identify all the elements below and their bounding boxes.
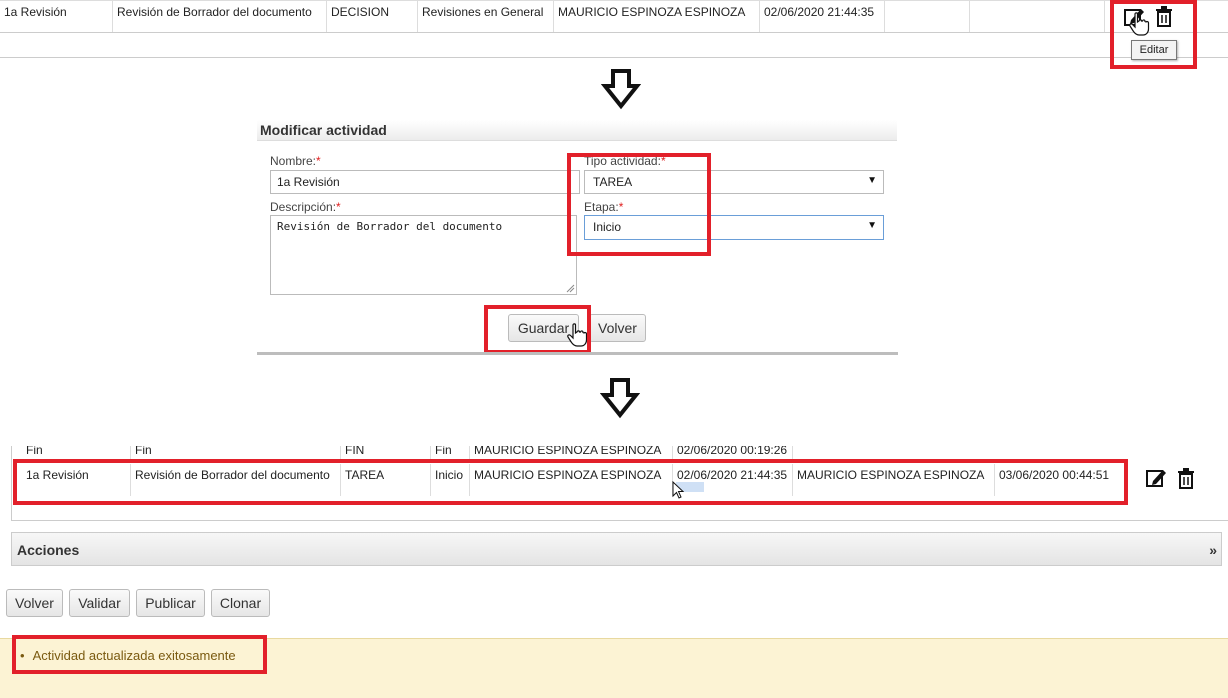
partial-cell: FIN — [341, 446, 431, 460]
top-cell-empty-2 — [970, 1, 1105, 32]
validar-button[interactable]: Validar — [69, 589, 130, 617]
resize-grip-icon[interactable] — [566, 284, 575, 293]
top-cell-etapa: Revisiones en General — [418, 1, 554, 32]
descripcion-value: Revisión de Borrador del documento — [277, 220, 503, 233]
publicar-button[interactable]: Publicar — [136, 589, 205, 617]
chevron-down-icon: ▼ — [867, 220, 877, 231]
acciones-header[interactable]: Acciones » — [11, 532, 1222, 566]
nombre-label: Nombre:* — [270, 154, 321, 168]
partial-cell: Fin — [431, 446, 470, 460]
partial-cell: Fin — [22, 446, 131, 460]
highlight-updated-row — [13, 459, 1128, 505]
edit-icon[interactable] — [1145, 467, 1169, 489]
partial-cell: Fin — [131, 446, 341, 460]
top-cell-descripcion: Revisión de Borrador del documento — [113, 1, 327, 32]
highlight-selects — [567, 153, 711, 256]
expand-icon[interactable]: » — [1209, 542, 1217, 558]
top-cell-nombre: 1a Revisión — [0, 1, 113, 32]
chevron-down-icon: ▼ — [867, 175, 877, 186]
nombre-input[interactable]: 1a Revisión — [270, 170, 580, 194]
top-cell-responsable: MAURICIO ESPINOZA ESPINOZA — [554, 1, 760, 32]
partial-cell: 02/06/2020 00:19:26 — [673, 446, 793, 460]
top-table-row: 1a Revisión Revisión de Borrador del doc… — [0, 0, 1228, 33]
acciones-title: Acciones — [17, 542, 80, 558]
form-panel-header: Modificar actividad — [257, 120, 897, 141]
top-cell-tipo: DECISION — [327, 1, 418, 32]
down-arrow-icon — [601, 69, 641, 110]
clonar-button[interactable]: Clonar — [211, 589, 270, 617]
form-title: Modificar actividad — [260, 122, 387, 138]
delete-icon[interactable] — [1177, 468, 1195, 489]
highlight-message — [12, 635, 267, 674]
descripcion-textarea[interactable]: Revisión de Borrador del documento — [270, 215, 577, 295]
descripcion-label: Descripción:* — [270, 200, 341, 214]
form-panel-footer-line — [257, 352, 898, 355]
volver-button[interactable]: Volver — [6, 589, 63, 617]
down-arrow-icon — [600, 378, 640, 419]
top-cell-fecha: 02/06/2020 21:44:35 — [760, 1, 885, 32]
volver-form-button[interactable]: Volver — [589, 314, 646, 342]
highlight-guardar — [484, 305, 591, 354]
top-cell-empty-1 — [885, 1, 970, 32]
top-table-bottom-line — [0, 57, 1228, 58]
partial-cell: MAURICIO ESPINOZA ESPINOZA — [470, 446, 673, 460]
highlight-edit-icon — [1110, 0, 1197, 69]
